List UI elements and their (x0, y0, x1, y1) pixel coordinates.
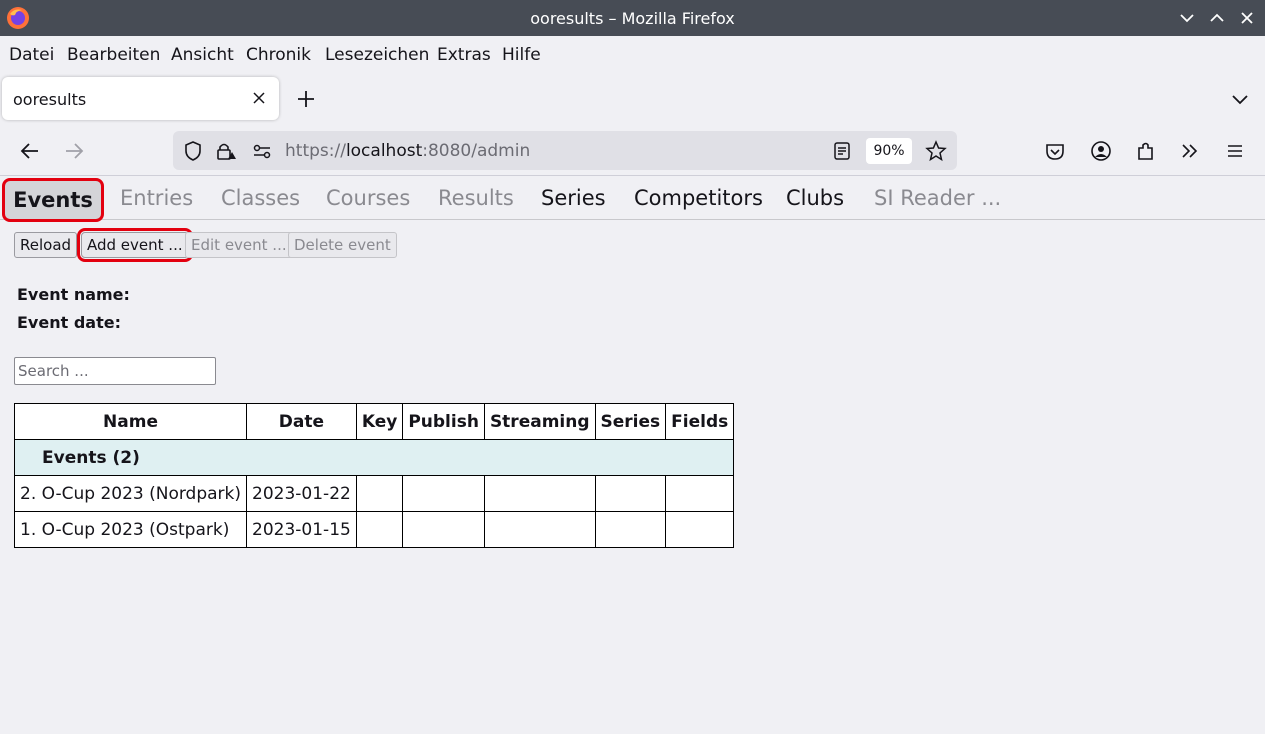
column-header-name[interactable]: Name (13, 403, 248, 440)
window-title: ooresults – Mozilla Firefox (530, 9, 735, 28)
forward-arrow-icon[interactable] (63, 140, 85, 162)
column-header-streaming[interactable]: Streaming (483, 403, 596, 440)
column-header-key[interactable]: Key (355, 403, 404, 440)
table-row[interactable]: 1. O-Cup 2023 (Ostpark) 2023-01-15 (13, 511, 735, 548)
cell-key (355, 511, 404, 548)
group-label: Events (2) (13, 439, 735, 476)
tab-si-reader[interactable]: SI Reader ... (874, 186, 1001, 210)
maximize-icon[interactable] (1207, 8, 1227, 28)
list-all-tabs-icon[interactable] (1230, 89, 1250, 109)
table-header-row: Name Date Key Publish Streaming Series F… (13, 403, 735, 440)
hamburger-menu-icon[interactable] (1224, 140, 1246, 162)
page-content: Events Entries Classes Courses Results S… (0, 177, 1265, 734)
url-text[interactable]: https://localhost:8080/admin (285, 141, 530, 161)
tab-entries[interactable]: Entries (120, 186, 193, 210)
reload-button[interactable]: Reload (14, 232, 78, 258)
cell-fields (665, 511, 735, 548)
menu-hilfe[interactable]: Hilfe (502, 45, 541, 65)
new-tab-icon[interactable] (296, 89, 316, 109)
cell-series (594, 475, 667, 512)
window-titlebar: ooresults – Mozilla Firefox (0, 0, 1265, 36)
reader-view-icon[interactable] (831, 140, 853, 162)
account-icon[interactable] (1090, 140, 1112, 162)
tab-events[interactable]: Events (2, 178, 104, 222)
cell-publish (402, 511, 485, 548)
navigation-toolbar: https://localhost:8080/admin 90% (0, 126, 1265, 176)
tab-results[interactable]: Results (438, 186, 514, 210)
permissions-icon[interactable] (251, 140, 273, 162)
extensions-icon[interactable] (1135, 140, 1157, 162)
cell-fields (665, 475, 735, 512)
app-tab-bar: Events Entries Classes Courses Results S… (0, 177, 1265, 222)
cell-streaming (483, 475, 596, 512)
menu-bearbeiten[interactable]: Bearbeiten (67, 45, 160, 65)
events-table: Name Date Key Publish Streaming Series F… (13, 403, 735, 548)
pocket-icon[interactable] (1044, 140, 1066, 162)
table-group-row[interactable]: Events (2) (13, 439, 735, 476)
event-name-label: Event name: (17, 285, 130, 304)
cell-name: 1. O-Cup 2023 (Ostpark) (13, 511, 248, 548)
menu-ansicht[interactable]: Ansicht (171, 45, 234, 65)
zoom-level[interactable]: 90% (866, 138, 912, 164)
minimize-icon[interactable] (1177, 8, 1197, 28)
back-arrow-icon[interactable] (19, 140, 41, 162)
menu-lesezeichen[interactable]: Lesezeichen (325, 45, 429, 65)
column-header-date[interactable]: Date (246, 403, 357, 440)
menu-bar: Datei Bearbeiten Ansicht Chronik Lesezei… (0, 36, 1265, 72)
tab-clubs[interactable]: Clubs (786, 186, 844, 210)
tab-courses[interactable]: Courses (326, 186, 410, 210)
cell-key (355, 475, 404, 512)
browser-tab[interactable]: ooresults (2, 77, 279, 120)
table-row[interactable]: 2. O-Cup 2023 (Nordpark) 2023-01-22 (13, 475, 735, 512)
close-tab-icon[interactable] (251, 90, 267, 106)
delete-event-button[interactable]: Delete event (288, 232, 397, 258)
add-event-button[interactable]: Add event ... (77, 228, 193, 262)
cell-name: 2. O-Cup 2023 (Nordpark) (13, 475, 248, 512)
column-header-series[interactable]: Series (594, 403, 667, 440)
search-input[interactable]: Search ... (14, 357, 216, 385)
menu-chronik[interactable]: Chronik (246, 45, 311, 65)
cell-date: 2023-01-15 (246, 511, 357, 548)
edit-event-button[interactable]: Edit event ... (185, 232, 293, 258)
close-window-icon[interactable] (1237, 8, 1257, 28)
url-bar[interactable]: https://localhost:8080/admin 90% (173, 131, 957, 170)
column-header-publish[interactable]: Publish (402, 403, 485, 440)
bookmark-star-icon[interactable] (925, 140, 947, 162)
tab-classes[interactable]: Classes (221, 186, 300, 210)
tab-competitors[interactable]: Competitors (634, 186, 763, 210)
event-date-label: Event date: (17, 313, 121, 332)
cell-date: 2023-01-22 (246, 475, 357, 512)
tab-series[interactable]: Series (541, 186, 606, 210)
shield-icon[interactable] (182, 140, 204, 162)
cell-publish (402, 475, 485, 512)
menu-datei[interactable]: Datei (9, 45, 54, 65)
browser-tab-title: ooresults (13, 90, 87, 109)
cell-series (594, 511, 667, 548)
menu-extras[interactable]: Extras (437, 45, 491, 65)
more-tools-chevron-icon[interactable] (1179, 140, 1201, 162)
cell-streaming (483, 511, 596, 548)
lock-warning-icon[interactable] (215, 140, 237, 162)
column-header-fields[interactable]: Fields (665, 403, 735, 440)
tab-strip: ooresults (0, 72, 1265, 126)
